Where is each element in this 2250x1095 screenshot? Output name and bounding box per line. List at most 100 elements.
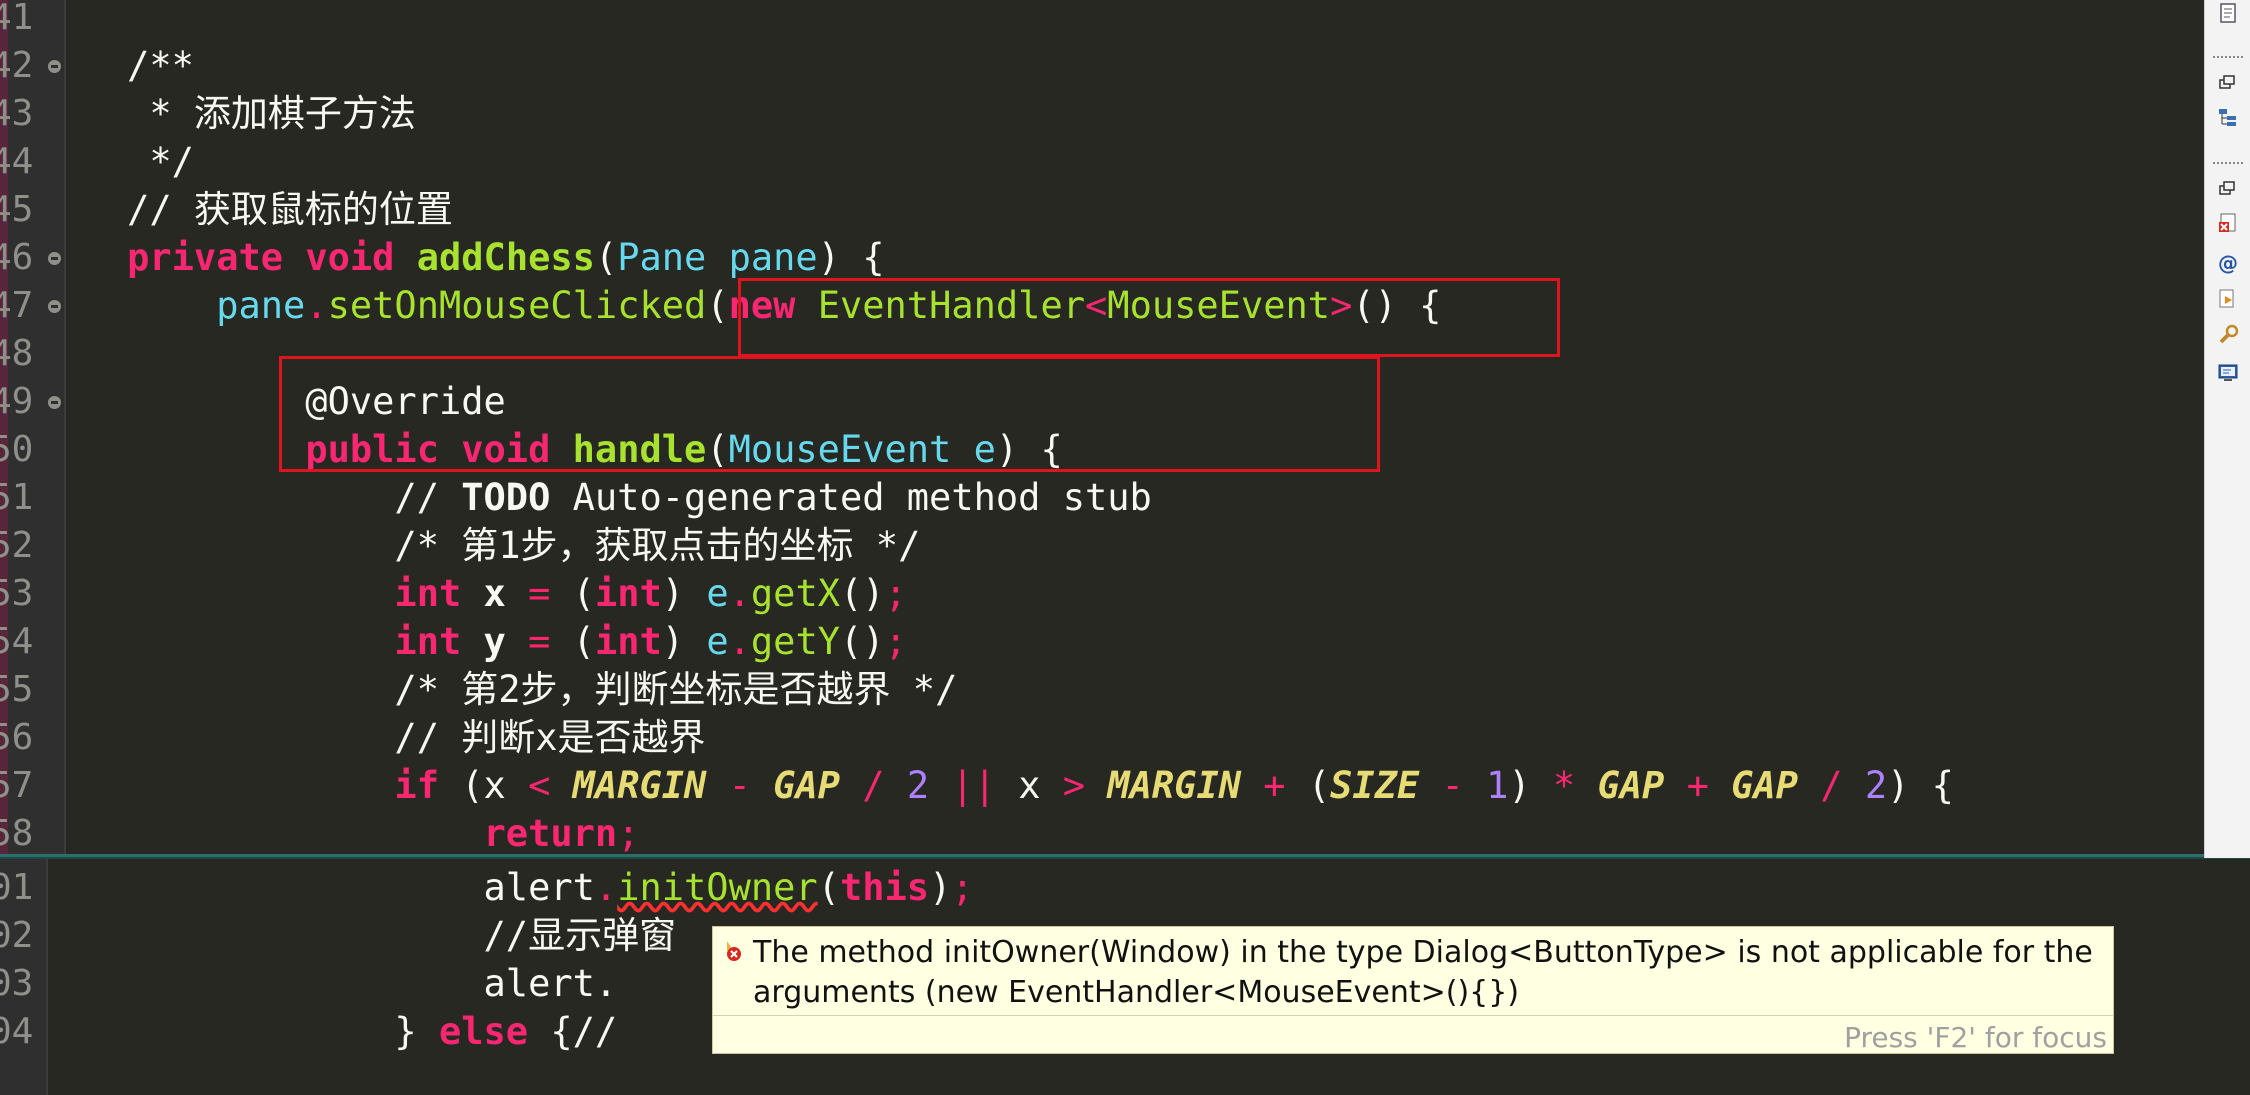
code-token: ; xyxy=(617,812,640,855)
code-line[interactable]: int x = (int) e.getX(); xyxy=(38,570,907,618)
code-token: GAP xyxy=(1597,764,1665,807)
javadoc-icon[interactable]: @ xyxy=(2217,252,2239,274)
line-number: 50 xyxy=(0,429,34,470)
code-line[interactable]: } else {// xyxy=(38,1008,617,1056)
code-token: ) { xyxy=(1887,764,1954,807)
code-token: pane xyxy=(216,284,306,327)
code-token: () xyxy=(840,620,885,663)
code-token: pane xyxy=(728,236,818,279)
focus-hint: Press 'F2' for focus xyxy=(1844,1021,2107,1054)
line-number: 47 xyxy=(0,285,34,326)
code-line[interactable]: private void addChess(Pane pane) { xyxy=(38,234,884,282)
editor-top-pane[interactable]: 41 42 /** 43 * 添加棋子方法 44 */45 // 获取鼠标的位置 46 … xyxy=(0,0,2204,858)
line-number: 57 xyxy=(0,765,34,806)
code-line[interactable]: alert. xyxy=(38,960,618,1008)
line-number: 56 xyxy=(0,717,34,758)
code-line[interactable]: //显示弹窗 xyxy=(38,912,677,960)
code-line[interactable]: int y = (int) e.getY(); xyxy=(38,618,906,666)
code-token: > xyxy=(1062,764,1086,807)
code-token: {// xyxy=(528,1010,618,1053)
code-token: return xyxy=(483,812,618,855)
code-line[interactable]: alert.initOwner(this); xyxy=(38,864,974,912)
search-icon[interactable] xyxy=(2217,324,2239,346)
code-token: GAP xyxy=(1731,764,1798,807)
code-token: + xyxy=(1686,764,1709,807)
line-number: 46 xyxy=(0,237,34,278)
code-line[interactable]: */ xyxy=(38,138,194,186)
declaration-icon[interactable] xyxy=(2217,288,2239,310)
line-number: 49 xyxy=(0,381,34,422)
code-token: e xyxy=(706,620,729,663)
tooltip-divider xyxy=(713,1015,2113,1016)
code-token: - xyxy=(728,764,751,807)
line-number: 43 xyxy=(0,93,34,134)
code-token: SIZE xyxy=(1330,764,1420,807)
code-token: y xyxy=(483,620,506,663)
code-token: x xyxy=(995,764,1063,807)
line-number: 45 xyxy=(0,189,34,230)
line-number: 48 xyxy=(0,333,34,374)
highlight-box-new-eventhandler xyxy=(738,278,1560,357)
error-message: The method initOwner(Window) in the type… xyxy=(753,935,2093,1010)
code-line[interactable]: // 判断x是否越界 xyxy=(38,714,705,762)
right-view-toolbar: @ xyxy=(2204,0,2250,858)
problems-icon[interactable] xyxy=(2217,212,2239,234)
code-token: (x xyxy=(438,764,529,807)
console-icon[interactable] xyxy=(2217,362,2239,384)
code-token: alert. xyxy=(38,962,618,1005)
code-line[interactable]: /** xyxy=(38,42,194,90)
code-token: / xyxy=(862,764,885,807)
code-token: //显示弹窗 xyxy=(38,914,677,957)
error-hover-tooltip[interactable]: The method initOwner(Window) in the type… xyxy=(712,926,2114,1054)
code-token: * xyxy=(1552,764,1576,807)
code-line[interactable]: if (x < MARGIN - GAP / 2 || x > MARGIN +… xyxy=(38,762,1954,810)
code-token: ) xyxy=(661,620,707,663)
line-number: 42 xyxy=(0,45,34,86)
line-number: 55 xyxy=(0,669,34,710)
code-token: Auto-generated method stub xyxy=(550,476,1152,519)
code-line[interactable]: * 添加棋子方法 xyxy=(38,90,416,138)
code-token: - xyxy=(1441,764,1464,807)
code-token: ( xyxy=(706,284,729,327)
restore-icon[interactable] xyxy=(2217,178,2239,200)
restore-icon[interactable] xyxy=(2217,72,2239,94)
code-token: = xyxy=(528,620,551,663)
code-line[interactable]: /* 第1步，获取点击的坐标 */ xyxy=(38,522,920,570)
code-line[interactable]: return; xyxy=(38,810,640,858)
error-icon xyxy=(721,939,743,963)
code-token: /* 第1步，获取点击的坐标 */ xyxy=(38,524,921,567)
code-token: ) xyxy=(1508,764,1553,807)
code-token: 2 xyxy=(906,764,930,807)
line-number: 58 xyxy=(0,813,34,854)
code-token: () xyxy=(840,572,885,615)
code-token: ) xyxy=(929,866,952,909)
code-token: alert xyxy=(38,866,595,909)
code-token: / xyxy=(1820,764,1843,807)
code-line[interactable]: // 获取鼠标的位置 xyxy=(38,186,453,234)
hierarchy-icon[interactable] xyxy=(2217,106,2239,128)
outline-view-icon[interactable] xyxy=(2217,2,2239,24)
split-divider-shadow xyxy=(0,857,2250,859)
code-line[interactable]: // TODO Auto-generated method stub xyxy=(38,474,1152,522)
code-token: void xyxy=(305,236,395,279)
code-line[interactable]: /* 第2步，判断坐标是否越界 */ xyxy=(38,666,957,714)
code-token: ; xyxy=(884,572,907,615)
toolbar-grip xyxy=(2213,162,2243,168)
code-token: . xyxy=(728,620,751,663)
